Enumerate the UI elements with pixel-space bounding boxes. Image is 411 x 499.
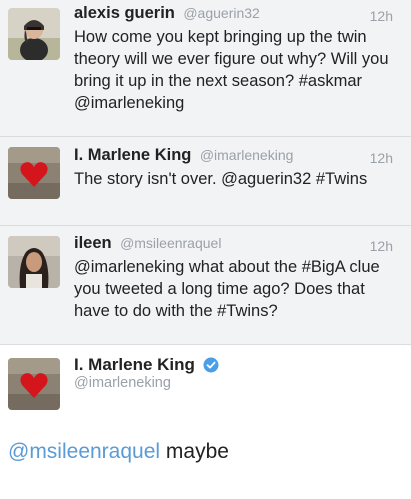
timestamp: 12h — [369, 238, 393, 254]
verified-badge-icon — [203, 357, 219, 373]
tweet-text-line: @imarleneking what about the #BigA clue — [74, 258, 380, 276]
tweet-item[interactable]: alexis guerin @aguerin32 12h How come yo… — [0, 0, 411, 136]
avatar[interactable] — [8, 358, 60, 410]
tweet-text-line: theory will we ever figure out why? Will… — [74, 50, 389, 68]
author-name[interactable]: alexis guerin — [74, 4, 175, 22]
tweet-text: @msileenraquel maybe — [8, 438, 229, 466]
conversation-thread: alexis guerin @aguerin32 12h How come yo… — [0, 0, 411, 344]
tweet-text-line: How come you kept bringing up the twin — [74, 28, 367, 46]
author-name[interactable]: ileen — [74, 234, 112, 252]
avatar[interactable] — [8, 8, 60, 60]
tweet-text: How come you kept bringing up the twin t… — [74, 26, 397, 114]
mention-link[interactable]: @msileenraquel — [8, 440, 160, 463]
author-handle[interactable]: @aguerin32 — [183, 5, 260, 21]
timestamp: 12h — [369, 8, 393, 24]
tweet-item[interactable]: ileen @msileenraquel 12h @imarleneking w… — [0, 226, 411, 344]
author-handle[interactable]: @msileenraquel — [120, 235, 221, 251]
tweet-text-line: have to do with the #Twins? — [74, 302, 278, 320]
tweet-text-line: bring it up in the next season? #askmar — [74, 72, 363, 90]
tweet-header: ileen @msileenraquel — [74, 234, 395, 256]
author-name[interactable]: I. Marlene King — [74, 146, 191, 164]
author-name[interactable]: I. Marlene King — [74, 355, 195, 374]
avatar[interactable] — [8, 147, 60, 199]
tweet-text: The story isn't over. @aguerin32 #Twins — [74, 168, 397, 190]
author-handle[interactable]: @imarleneking — [200, 147, 294, 163]
tweet-text-line: The story isn't over. @aguerin32 #Twins — [74, 170, 368, 188]
tweet-detail: I. Marlene King @imarleneking @msileenra… — [0, 345, 411, 499]
avatar[interactable] — [8, 236, 60, 288]
timestamp: 12h — [369, 150, 393, 166]
tweet-item[interactable]: I. Marlene King @imarleneking 12h The st… — [0, 137, 411, 225]
tweet-header: I. Marlene King @imarleneking — [74, 146, 395, 168]
tweet-text-line: @imarleneking — [74, 94, 185, 112]
tweet-header: alexis guerin @aguerin32 — [74, 4, 395, 26]
tweet-text: @imarleneking what about the #BigA clue … — [74, 256, 397, 322]
tweet-text-line: you tweeted a long time ago? Does that — [74, 280, 365, 298]
author-handle[interactable]: @imarleneking — [74, 375, 171, 391]
tweet-text-word: maybe — [165, 440, 229, 463]
